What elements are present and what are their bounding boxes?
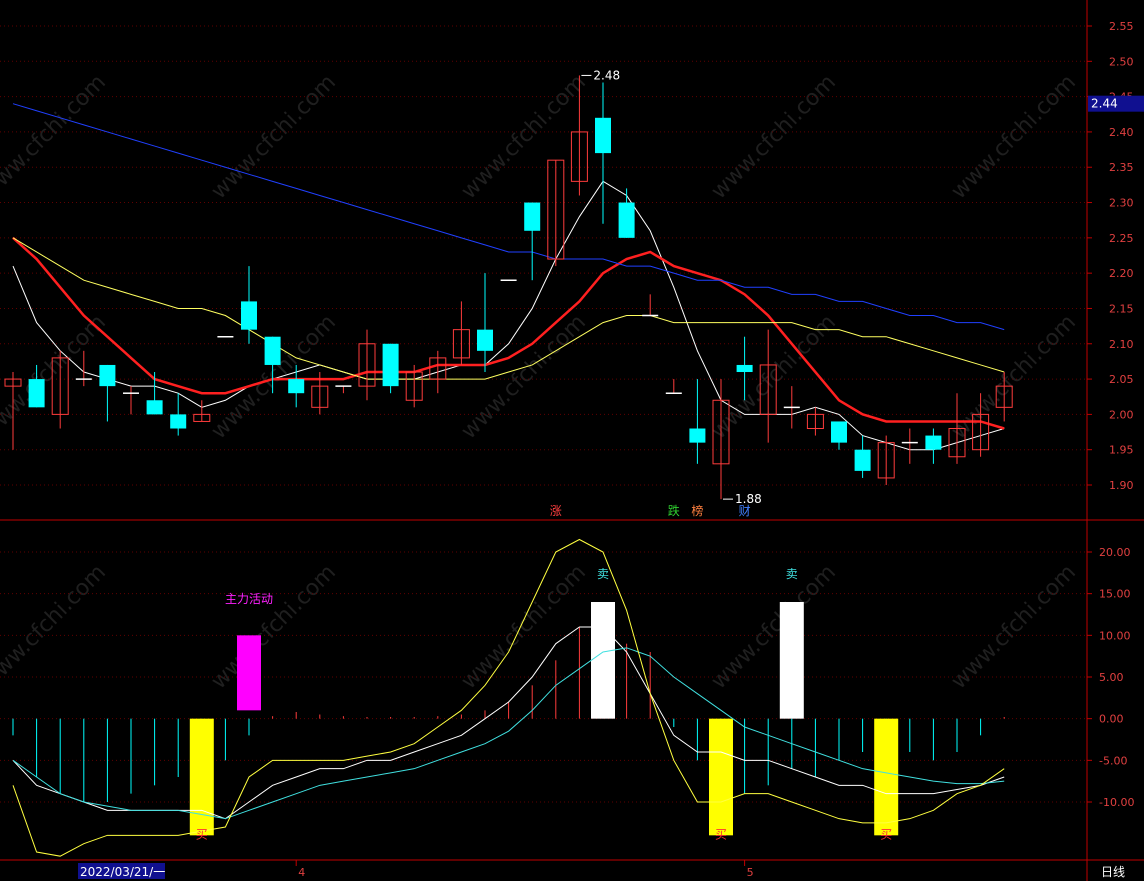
signal-bar-activity (237, 635, 261, 711)
osc-tick-label: 5.00 (1099, 671, 1124, 684)
watermark-text: www.cfchi.com (0, 560, 111, 694)
watermark-text: www.cfchi.com (947, 70, 1081, 204)
candle-body-down (28, 379, 45, 408)
price-tick-label: 2.30 (1109, 197, 1134, 210)
candle-body-down (854, 449, 871, 471)
watermark-text: www.cfchi.com (457, 560, 591, 694)
osc-tick-label: 10.00 (1099, 629, 1131, 642)
period-label: 日线 (1101, 865, 1125, 879)
watermark-text: www.cfchi.com (0, 70, 111, 204)
price-tick-label: 2.15 (1109, 302, 1134, 315)
candle-body-down (477, 329, 493, 351)
chart-stage: www.cfchi.com www.cfchi.com www.cfchi.com w… (0, 0, 1144, 881)
watermark-text: www.cfchi.com (207, 70, 341, 204)
watermark-text: www.cfchi.com (947, 310, 1081, 444)
price-annotation: 2.48 (593, 68, 620, 82)
osc-tick-label: -5.00 (1099, 754, 1127, 767)
osc-label: 买 (880, 828, 892, 842)
osc-line-1 (12, 647, 1005, 820)
candle-body-down (264, 336, 281, 365)
osc-label: 买 (196, 828, 208, 842)
price-tick-label: 2.00 (1109, 408, 1134, 421)
watermark-text: www.cfchi.com (0, 310, 111, 444)
candle-body-down (736, 364, 753, 373)
price-tick-label: 2.05 (1109, 373, 1134, 386)
candle-body-down (170, 414, 187, 429)
watermark-text: www.cfchi.com (707, 560, 841, 694)
osc-label: 卖 (597, 567, 609, 581)
price-tick-label: 2.25 (1109, 232, 1134, 245)
watermark-text: www.cfchi.com (457, 310, 591, 444)
candle-body-down (288, 379, 305, 394)
watermark-text: www.cfchi.com (947, 560, 1081, 694)
signal-bar-sell (591, 602, 615, 719)
candle-body-down (689, 428, 706, 443)
watermark-text: www.cfchi.com (707, 70, 841, 204)
candle-body-down (382, 343, 399, 387)
candle-body-down (925, 435, 942, 450)
event-tag: 跌 (668, 503, 680, 518)
osc-tick-label: 0.00 (1099, 713, 1124, 726)
osc-label: 主力活动 (225, 592, 273, 606)
stock-chart: www.cfchi.com www.cfchi.com www.cfchi.com w… (0, 0, 1144, 881)
price-tick-label: 2.50 (1109, 55, 1134, 68)
osc-line-2 (12, 538, 1005, 857)
signal-bar-buy (874, 718, 899, 836)
event-tag: 涨 (550, 503, 562, 518)
candle-body-down (831, 421, 847, 443)
candle-body-down (241, 301, 257, 330)
current-price-label: 2.44 (1091, 97, 1118, 111)
event-tag: 榜 (691, 503, 703, 518)
osc-label: 买 (715, 828, 727, 842)
event-tag: 财 (739, 504, 751, 518)
watermark-text: www.cfchi.com (207, 310, 341, 444)
candle-body-down (99, 364, 116, 387)
price-tick-label: 2.20 (1109, 267, 1134, 280)
price-tick-label: 1.95 (1109, 444, 1134, 457)
watermark-text: www.cfchi.com (457, 70, 591, 204)
osc-tick-label: 15.00 (1099, 588, 1131, 601)
candle-body-down (595, 117, 611, 154)
candle-body-down (524, 202, 541, 231)
candle-body-down (618, 202, 635, 238)
watermark-text: www.cfchi.com (207, 560, 341, 694)
month-label: 5 (747, 866, 754, 879)
price-tick-label: 1.90 (1109, 479, 1134, 492)
month-label: 4 (298, 866, 305, 879)
osc-tick-label: 20.00 (1099, 546, 1131, 559)
osc-tick-label: -10.00 (1099, 796, 1134, 809)
signal-bar-buy (189, 718, 214, 836)
signal-bar-buy (709, 718, 733, 836)
date-label: 2022/03/21/一 (80, 865, 165, 879)
price-tick-label: 2.40 (1109, 126, 1134, 139)
price-tick-label: 2.35 (1109, 161, 1134, 174)
candle-body-down (146, 400, 163, 415)
price-tick-label: 2.55 (1109, 20, 1134, 33)
signal-bar-sell (779, 602, 804, 719)
price-tick-label: 2.10 (1109, 338, 1134, 351)
osc-label: 卖 (786, 567, 798, 581)
